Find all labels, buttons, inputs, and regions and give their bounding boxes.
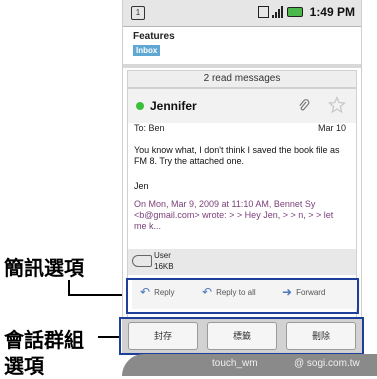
message-body: You know what, I don't think I saved the…: [134, 145, 340, 166]
conversation-options-connector: [98, 336, 120, 338]
header-divider: [123, 64, 361, 68]
message-date: Mar 10: [317, 123, 346, 133]
attachment-tag-icon: [132, 255, 152, 267]
paperclip-icon: [299, 99, 310, 111]
conversation-options-label-line1: 會話群組: [4, 328, 84, 352]
attachment-row[interactable]: User 16KB: [128, 249, 356, 275]
attachment-size: 16KB: [154, 262, 174, 271]
sim-icon: [258, 6, 269, 18]
presence-indicator-icon: [136, 102, 144, 110]
read-messages-collapsed[interactable]: 2 read messages: [127, 70, 357, 88]
conversation-subject: Features: [133, 31, 175, 42]
message-options-highlight: [126, 278, 359, 314]
inbox-label-badge[interactable]: Inbox: [133, 45, 161, 56]
watermark-text-left: touch_wm: [212, 358, 258, 369]
conversation-options-label-line2: 選項: [4, 354, 44, 378]
message-options-label: 簡訊選項: [4, 256, 84, 280]
status-icons: [258, 6, 303, 18]
notification-icon[interactable]: 1: [131, 6, 145, 20]
conversation-options-highlight: [119, 317, 364, 355]
signal-icon: [272, 6, 284, 18]
quoted-text[interactable]: On Mon, Mar 9, 2009 at 11:10 AM, Bennet …: [134, 199, 348, 232]
message-options-connector: [68, 280, 124, 296]
attachment-name: User: [154, 251, 171, 260]
status-bar: 1 1:49 PM: [123, 0, 361, 27]
sender-row[interactable]: Jennifer: [128, 89, 356, 123]
clock: 1:49 PM: [309, 5, 355, 19]
watermark-text-right: @ sogi.com.tw: [294, 358, 360, 369]
message-signature: Jen: [134, 181, 149, 191]
conversation-header: Features Inbox: [123, 27, 361, 63]
recipient-line: To: Ben: [134, 123, 165, 133]
battery-icon: [287, 7, 303, 17]
sender-name: Jennifer: [150, 99, 197, 113]
star-icon[interactable]: [328, 96, 346, 114]
